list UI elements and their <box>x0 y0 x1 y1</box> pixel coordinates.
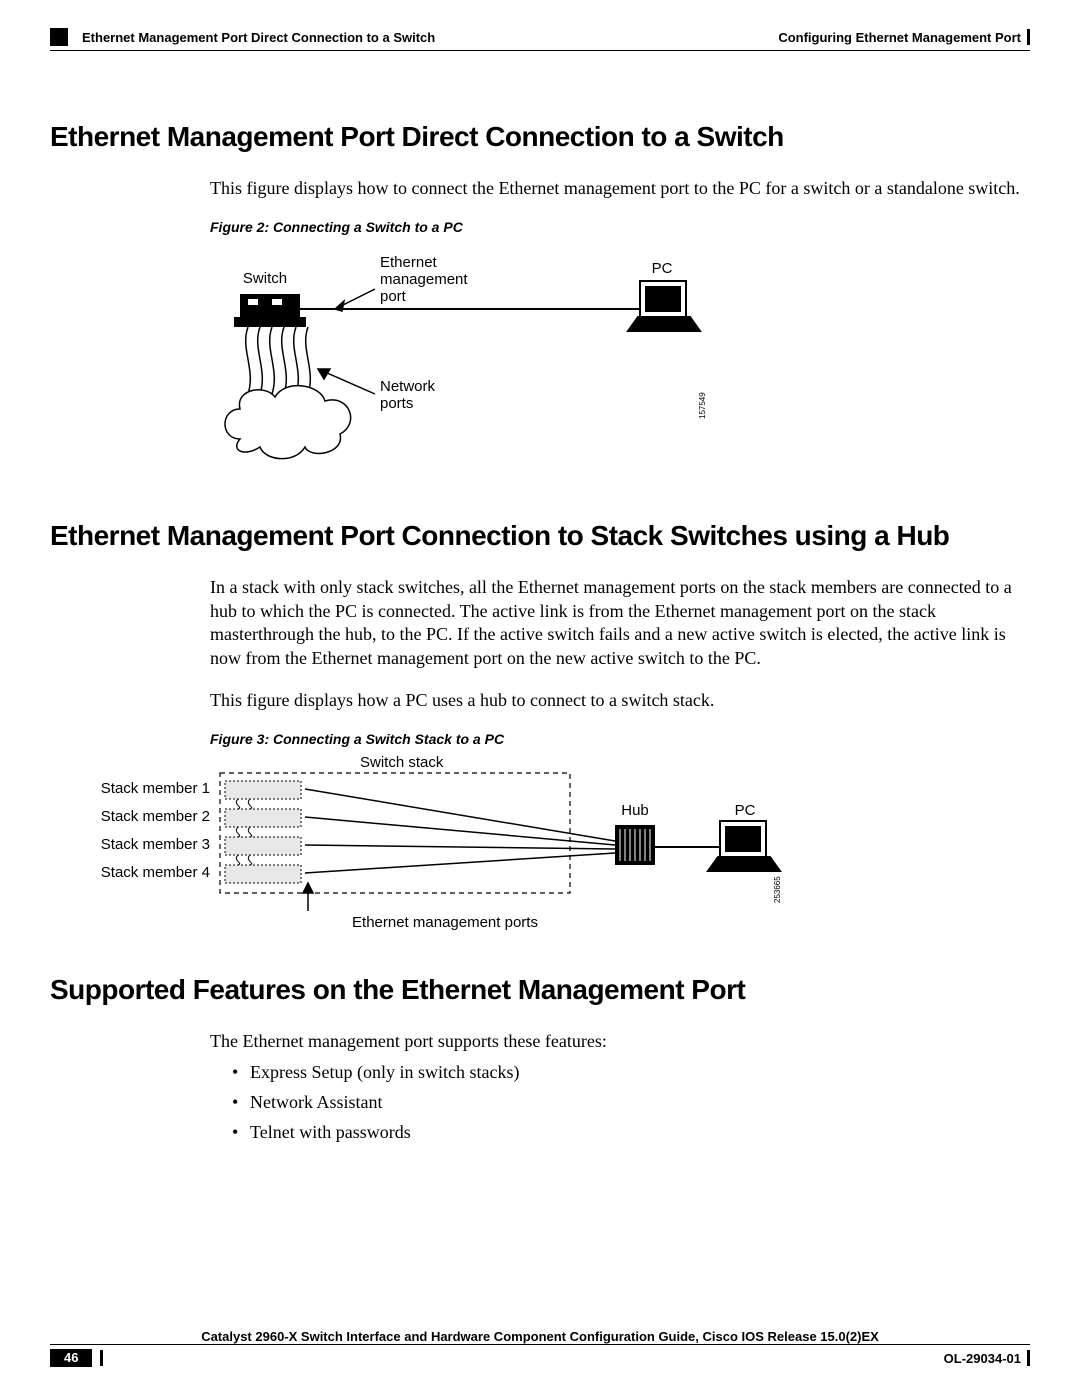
header-right: Configuring Ethernet Management Port <box>778 29 1030 45</box>
fig2-mgmt-line1: Ethernet <box>380 254 438 271</box>
fig2-mgmt-line3: port <box>380 288 407 305</box>
figure2-diagram: Switch Ethernet management port PC Netwo… <box>210 239 1030 474</box>
page-number: 46 <box>50 1349 92 1367</box>
fig2-pc-label: PC <box>652 260 673 277</box>
fig3-cables <box>305 789 615 873</box>
header-rule <box>50 50 1030 51</box>
fig3-stack-rows <box>225 781 301 883</box>
fig2-mgmt-line2: management <box>380 271 468 288</box>
fig2-id: 157549 <box>698 392 707 419</box>
header-left-text: Ethernet Management Port Direct Connecti… <box>82 30 435 45</box>
header-right-text: Configuring Ethernet Management Port <box>778 30 1021 45</box>
section2-paragraph1: In a stack with only stack switches, all… <box>210 576 1020 671</box>
footer-right-divider-icon <box>1027 1350 1030 1366</box>
fig3-m3: Stack member 3 <box>101 836 210 853</box>
fig3-m2: Stack member 2 <box>101 808 210 825</box>
figure3-caption: Figure 3: Connecting a Switch Stack to a… <box>210 731 1030 747</box>
header-marker-icon <box>50 28 68 46</box>
section3-heading: Supported Features on the Ethernet Manag… <box>50 974 1030 1006</box>
figure2-caption: Figure 2: Connecting a Switch to a PC <box>210 219 1030 235</box>
page-footer: Catalyst 2960-X Switch Interface and Har… <box>50 1329 1030 1367</box>
figure3-svg: Switch stack Stack member 1 Stack member… <box>60 751 860 941</box>
fig2-ports-lines <box>246 327 311 394</box>
section1-heading: Ethernet Management Port Direct Connecti… <box>50 121 1030 153</box>
fig3-pc-label: PC <box>735 802 756 819</box>
fig2-pc-icon <box>628 281 700 331</box>
figure3-diagram: Switch stack Stack member 1 Stack member… <box>60 751 1030 946</box>
fig2-np-line1: Network <box>380 378 436 395</box>
section2-paragraph2: This figure displays how a PC uses a hub… <box>210 689 1020 713</box>
fig3-id: 253665 <box>773 875 782 902</box>
fig3-hub-icon <box>615 825 655 865</box>
section3-paragraph: The Ethernet management port supports th… <box>210 1030 1020 1054</box>
page-header: Ethernet Management Port Direct Connecti… <box>50 28 1030 46</box>
fig2-ports-pointer <box>318 369 375 394</box>
list-item: Network Assistant <box>236 1091 1030 1115</box>
header-left: Ethernet Management Port Direct Connecti… <box>50 28 435 46</box>
footer-left-divider-icon <box>100 1350 103 1366</box>
fig3-ports-arrow <box>303 883 313 911</box>
footer-right: OL-29034-01 <box>944 1350 1030 1366</box>
footer-left: 46 <box>50 1349 103 1367</box>
fig2-mgmt-pointer <box>335 289 375 311</box>
header-divider-icon <box>1027 29 1030 45</box>
footer-docid: OL-29034-01 <box>944 1351 1021 1366</box>
document-page: Ethernet Management Port Direct Connecti… <box>0 0 1080 1397</box>
list-item: Express Setup (only in switch stacks) <box>236 1061 1030 1085</box>
fig3-stack-label: Switch stack <box>360 754 444 771</box>
features-list: Express Setup (only in switch stacks) Ne… <box>210 1061 1030 1144</box>
fig2-switch-label: Switch <box>243 270 287 287</box>
figure2-svg: Switch Ethernet management port PC Netwo… <box>210 239 770 469</box>
list-item: Telnet with passwords <box>236 1121 1030 1145</box>
fig2-np-line2: ports <box>380 395 413 412</box>
fig2-cloud-icon <box>225 385 351 458</box>
fig2-switch-icon <box>234 294 306 327</box>
section2-heading: Ethernet Management Port Connection to S… <box>50 520 1030 552</box>
fig3-m1: Stack member 1 <box>101 780 210 797</box>
fig3-m4: Stack member 4 <box>101 864 210 881</box>
footer-guide-title: Catalyst 2960-X Switch Interface and Har… <box>50 1329 1030 1344</box>
footer-rule <box>50 1344 1030 1345</box>
fig3-hub-label: Hub <box>621 802 649 819</box>
section1-paragraph: This figure displays how to connect the … <box>210 177 1020 201</box>
fig3-ports-label: Ethernet management ports <box>352 914 538 931</box>
